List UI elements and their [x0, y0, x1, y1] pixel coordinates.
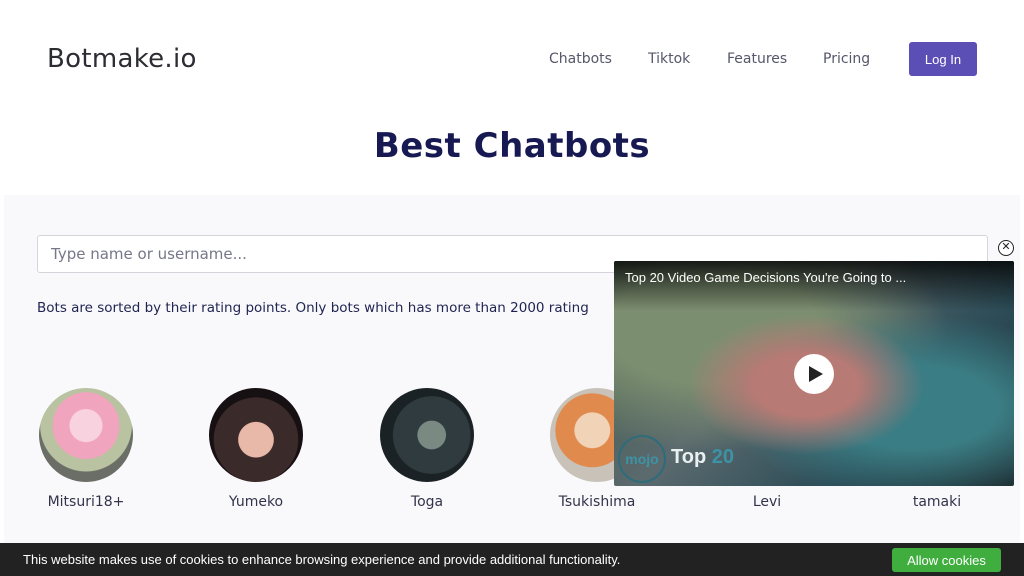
nav-chatbots[interactable]: Chatbots: [549, 51, 612, 67]
bot-name[interactable]: Toga: [357, 494, 497, 510]
bot-card-toga[interactable]: Toga: [357, 388, 497, 510]
sort-note: Bots are sorted by their rating points. …: [37, 300, 589, 316]
bot-name[interactable]: Yumeko: [186, 494, 326, 510]
cookie-text: This website makes use of cookies to enh…: [23, 552, 621, 567]
play-icon[interactable]: [794, 354, 834, 394]
overlay-word: Top: [671, 446, 707, 468]
nav-tiktok[interactable]: Tiktok: [648, 51, 690, 67]
video-overlay-label: Top 20: [671, 446, 734, 469]
mojo-logo: mojo: [618, 435, 666, 483]
bot-avatar[interactable]: [39, 388, 133, 482]
video-title-shade: [614, 261, 1014, 311]
cookie-banner: This website makes use of cookies to enh…: [0, 543, 1024, 576]
bot-avatar[interactable]: [380, 388, 474, 482]
allow-cookies-button[interactable]: Allow cookies: [892, 548, 1001, 572]
video-title[interactable]: Top 20 Video Game Decisions You're Going…: [625, 270, 906, 285]
nav-pricing[interactable]: Pricing: [823, 51, 870, 67]
video-ad-player[interactable]: Top 20 Video Game Decisions You're Going…: [614, 261, 1014, 486]
close-circle-icon[interactable]: ✕: [998, 240, 1014, 256]
bot-name[interactable]: Mitsuri18+: [16, 494, 156, 510]
brand-logo[interactable]: Botmake.io: [47, 44, 197, 74]
overlay-number: 20: [711, 446, 734, 468]
bot-name[interactable]: Tsukishima: [527, 494, 667, 510]
bot-card-mitsuri[interactable]: Mitsuri18+: [16, 388, 156, 510]
bot-name-tamaki[interactable]: tamaki: [867, 494, 1007, 510]
nav-features[interactable]: Features: [727, 51, 787, 67]
page-title: Best Chatbots: [373, 126, 651, 166]
site-header: Botmake.io Chatbots Tiktok Features Pric…: [0, 0, 1024, 120]
bot-name-levi[interactable]: Levi: [697, 494, 837, 510]
login-button[interactable]: Log In: [909, 42, 977, 76]
bot-avatar[interactable]: [209, 388, 303, 482]
bot-card-yumeko[interactable]: Yumeko: [186, 388, 326, 510]
